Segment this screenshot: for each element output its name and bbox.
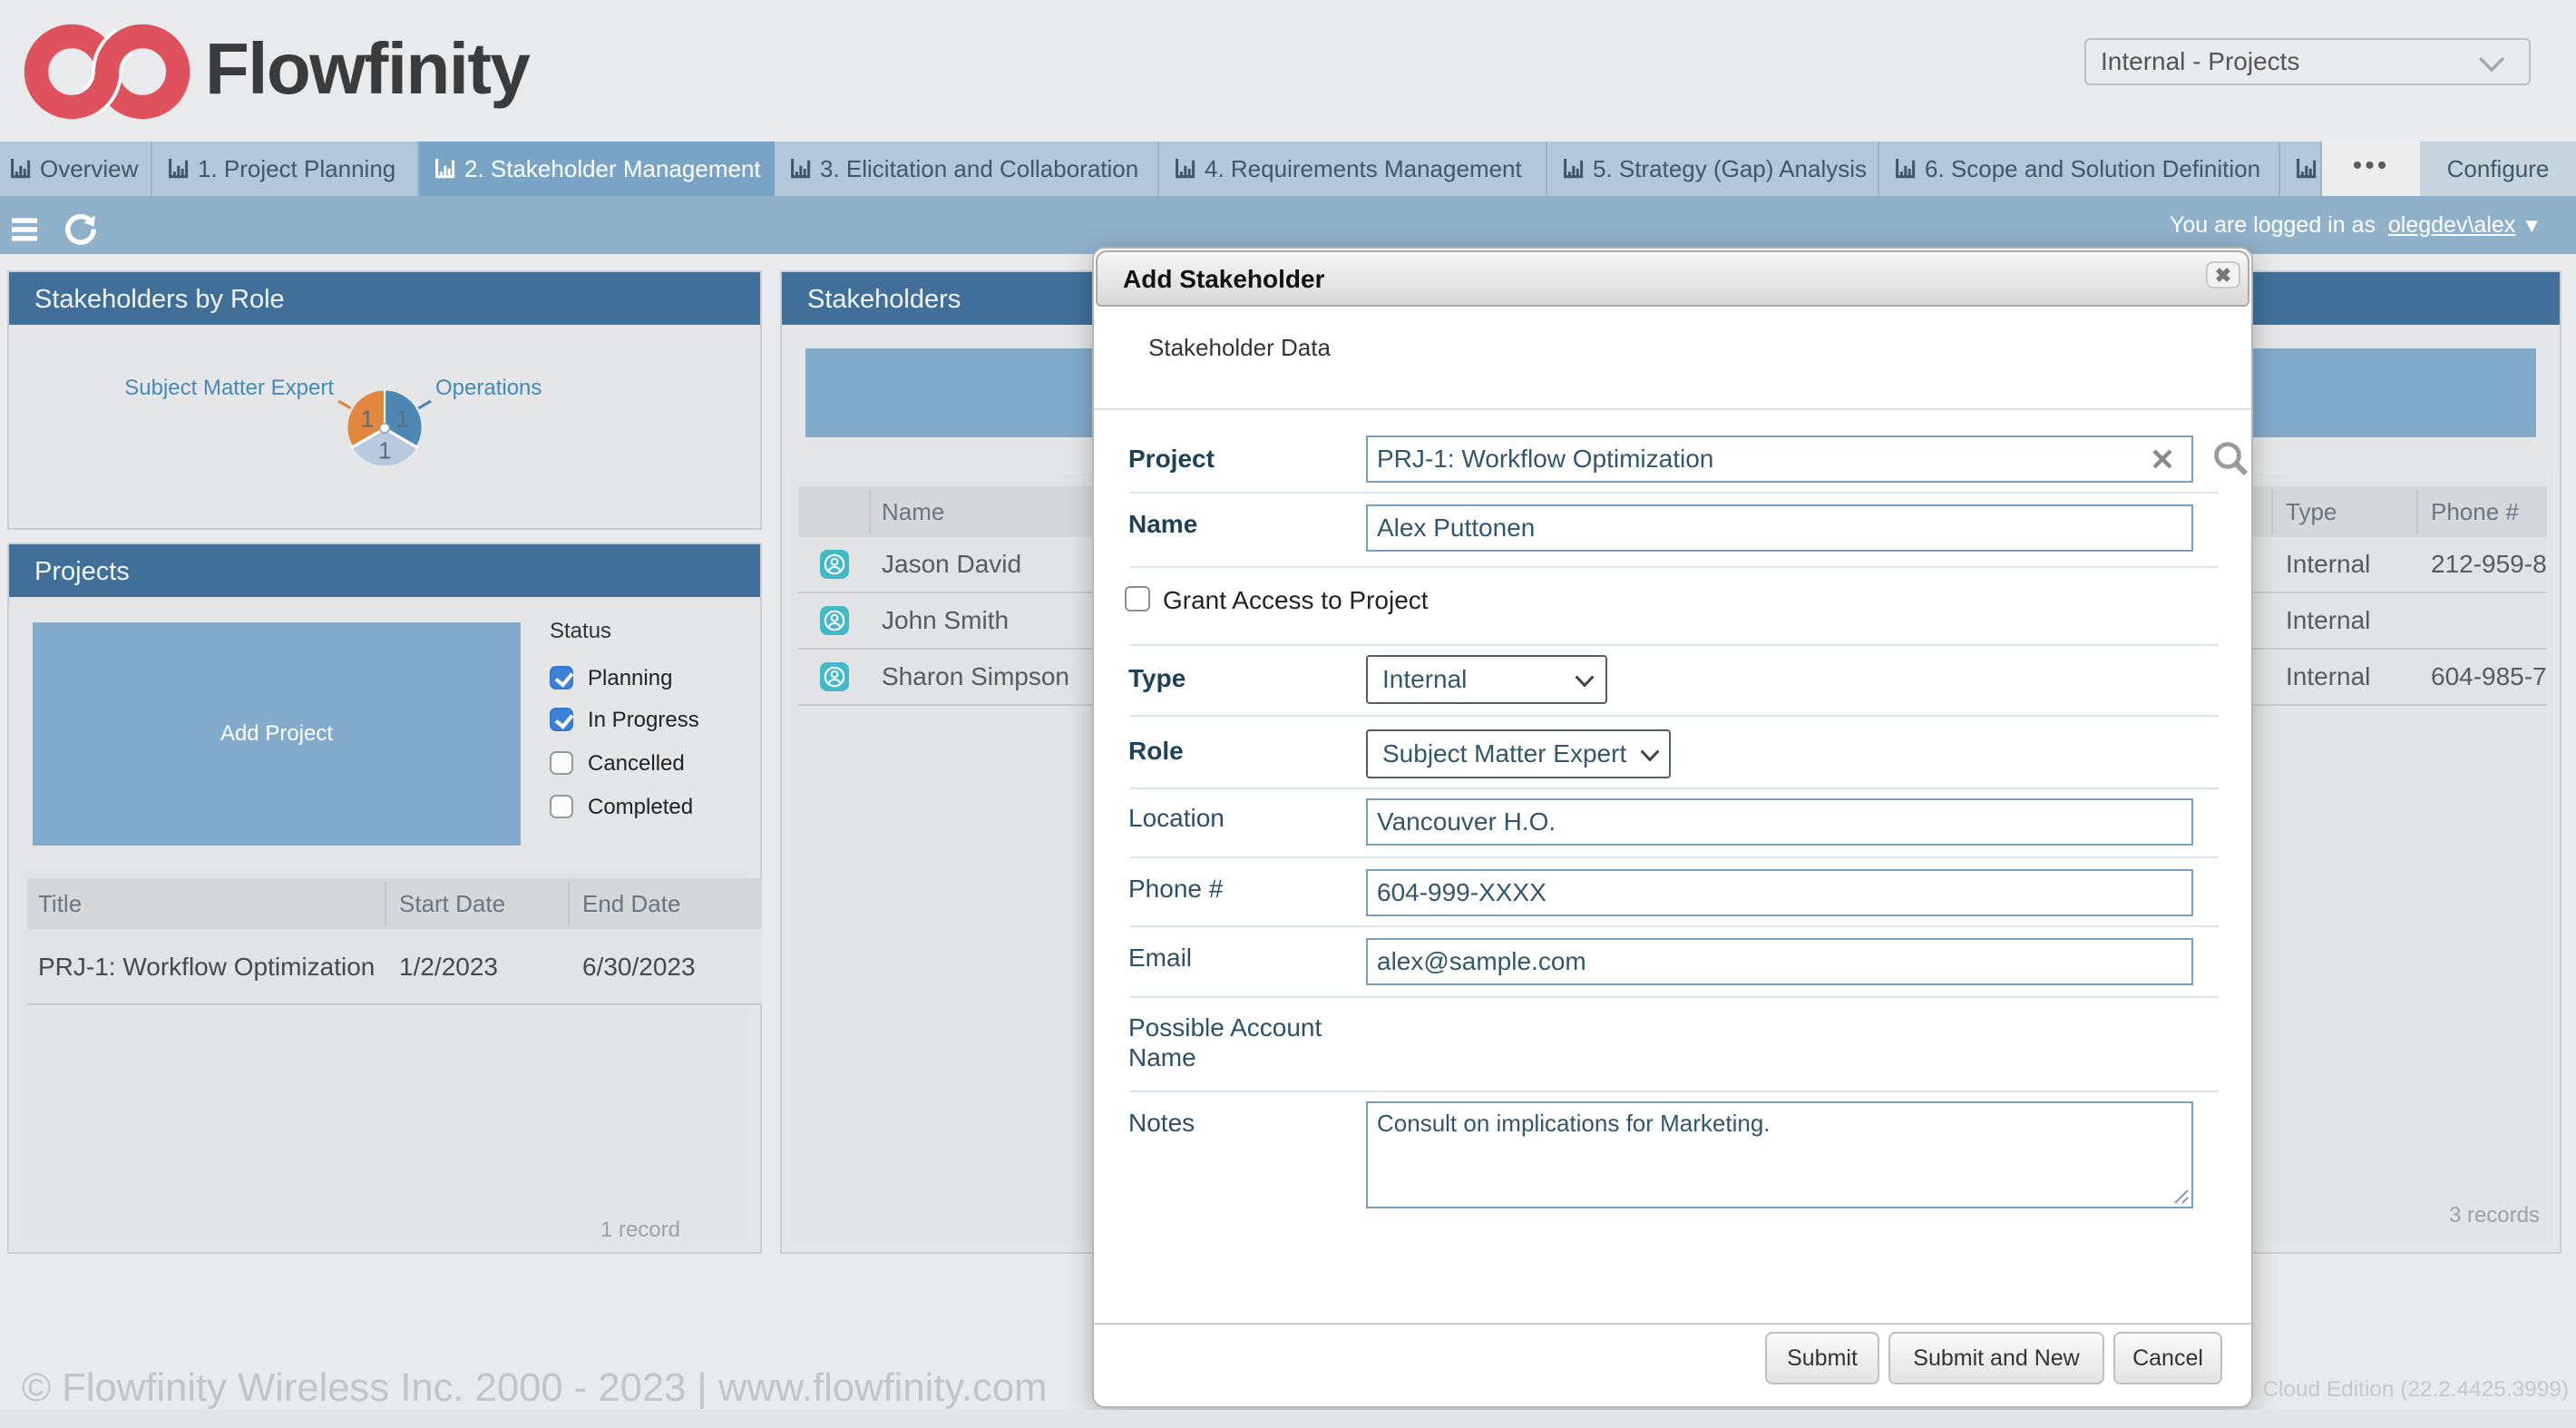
svg-text:1: 1 [361, 405, 374, 432]
svg-text:1: 1 [396, 405, 409, 432]
svg-text:1: 1 [378, 437, 391, 465]
